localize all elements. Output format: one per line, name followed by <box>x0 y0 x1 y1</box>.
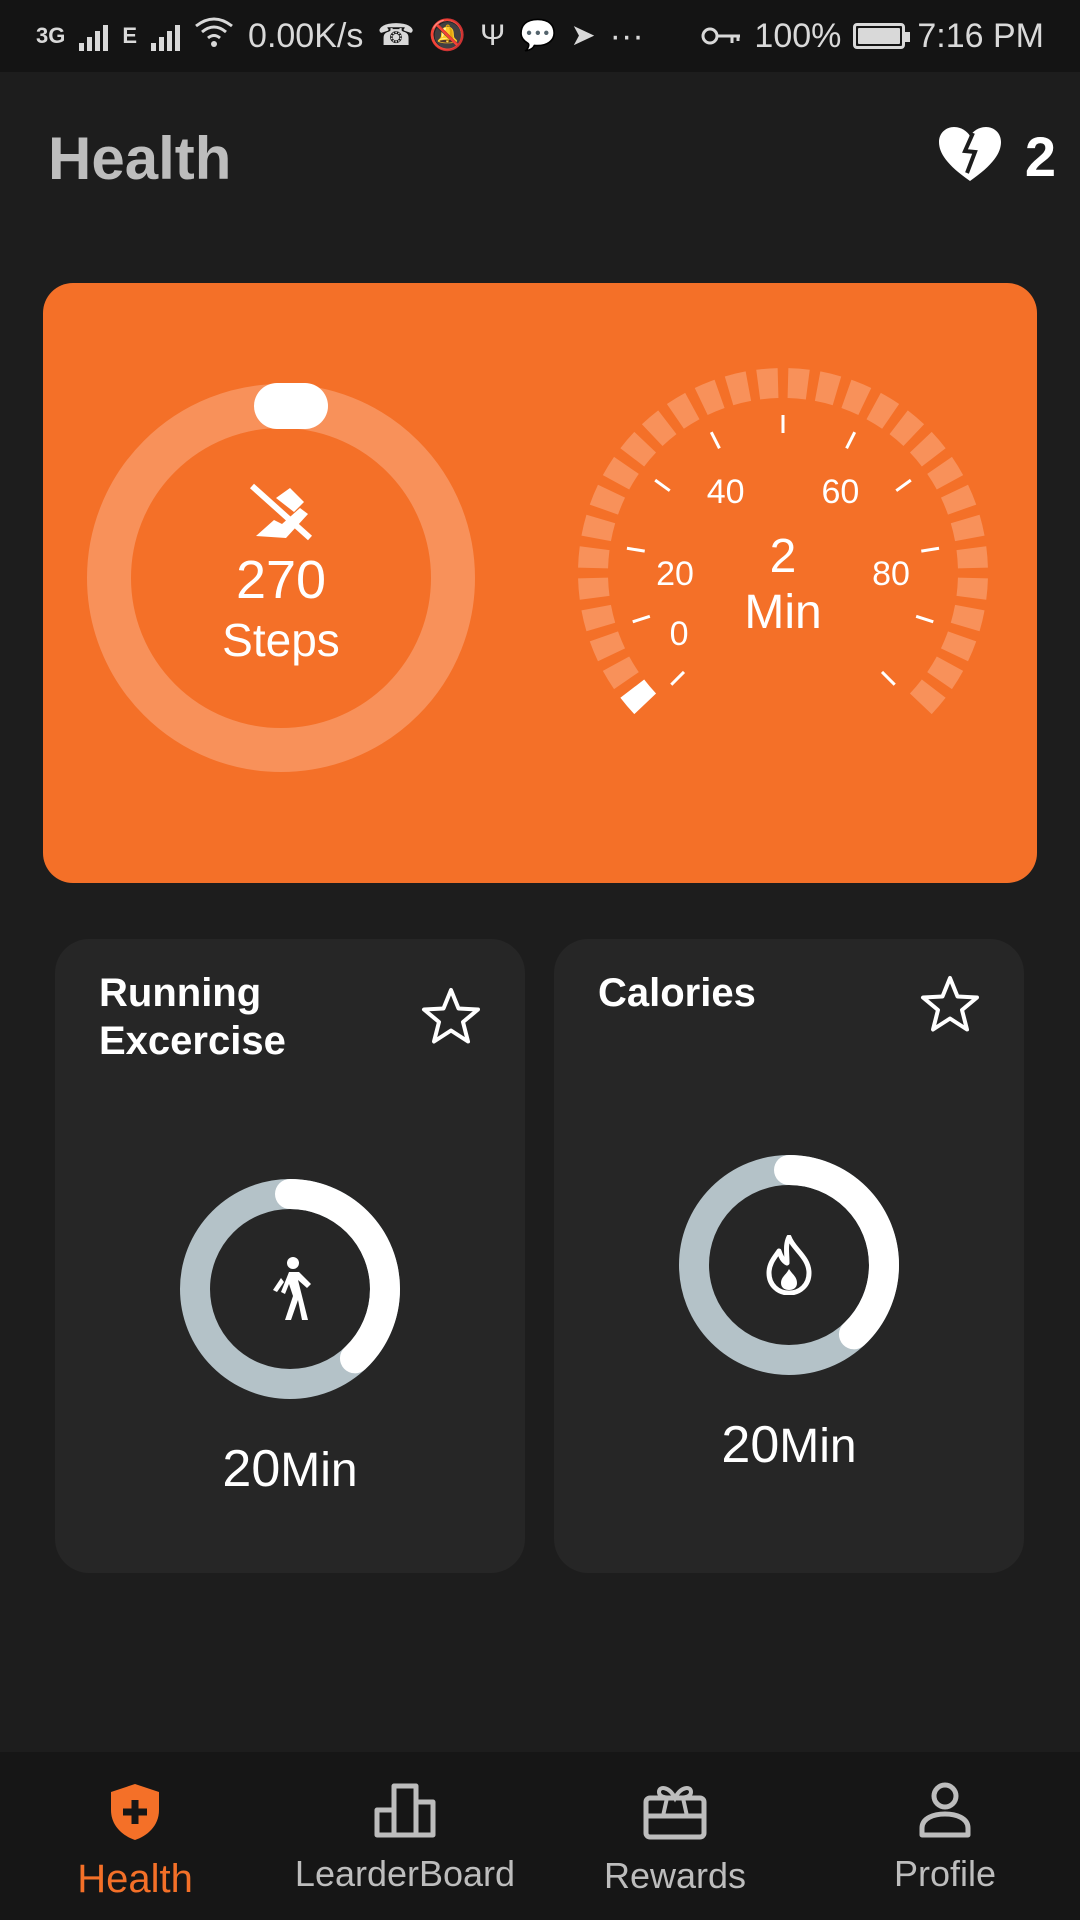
gauge-tick-label: 60 <box>821 473 859 511</box>
network-3g-label: 3G <box>36 23 66 48</box>
gauge-tick <box>709 431 721 449</box>
nav-label: LearderBoard <box>294 1853 516 1894</box>
network-speed: 0.00K/s <box>248 16 364 55</box>
nav-item-health[interactable]: Health <box>0 1752 270 1920</box>
duration-value: 20 <box>222 1440 281 1498</box>
gauge-tick <box>845 431 857 449</box>
status-bar: 3G E 0.00K/s ☎ 🔕 Ψ 💬 ➤ ··· 100% 7:16 PM <box>0 0 1080 72</box>
activity-summary-card[interactable]: 270 Steps 0 20 40 60 80 2 Min <box>43 283 1037 883</box>
telegram-icon: ➤ <box>570 19 596 52</box>
gauge-segment <box>787 368 810 400</box>
wifi-icon <box>194 16 234 57</box>
duration-unit: Min <box>280 1444 358 1497</box>
broken-heart-icon <box>937 125 1003 188</box>
steps-value: 270 <box>235 549 327 610</box>
usb-icon: Ψ <box>480 19 506 52</box>
gauge-readout: 2 Min <box>563 533 1003 640</box>
nav-label: Profile <box>893 1853 997 1894</box>
fire-icon <box>679 1155 899 1375</box>
duration-value: 20 <box>721 1416 780 1474</box>
gauge-tick <box>880 670 896 686</box>
gauge-tick <box>670 670 686 686</box>
nav-item-rewards[interactable]: Rewards <box>540 1752 810 1920</box>
signal-icon <box>79 21 109 51</box>
walking-icon <box>180 1179 400 1399</box>
chat-icon: 💬 <box>519 19 557 52</box>
nav-item-leaderboard[interactable]: LearderBoard <box>270 1752 540 1920</box>
gauge-unit: Min <box>744 586 822 639</box>
steps-summary: 270 Steps <box>86 383 476 773</box>
gauge-segment <box>940 484 977 515</box>
calories-card[interactable]: Calories 20Min <box>554 939 1024 1573</box>
network-e-label: E <box>122 23 138 48</box>
gauge-tick-label: 40 <box>707 473 745 511</box>
steps-label: Steps <box>222 613 340 666</box>
gauge-segment <box>641 410 677 447</box>
calories-duration: 20Min <box>554 1415 1024 1475</box>
more-notifications: ··· <box>609 16 644 55</box>
gauge-segment <box>724 371 752 406</box>
nav-label: Rewards <box>603 1855 747 1896</box>
duration-unit: Min <box>779 1420 857 1473</box>
gauge-segment <box>927 456 964 490</box>
star-icon[interactable] <box>920 975 980 1038</box>
gauge-segment <box>841 379 872 416</box>
gauge-segment <box>666 392 700 429</box>
star-icon[interactable] <box>421 987 481 1050</box>
gauge-value: 2 <box>769 530 797 583</box>
missed-call-icon: ☎ <box>377 19 415 52</box>
card-title: Calories <box>598 971 756 1015</box>
card-title: Running Excercise <box>99 971 286 1063</box>
clock: 7:16 PM <box>917 16 1044 55</box>
gauge-segment <box>602 656 639 690</box>
gauge-segment <box>927 656 964 690</box>
battery-percent: 100% <box>754 16 842 55</box>
gauge-segment <box>814 371 842 406</box>
person-icon <box>918 1782 972 1843</box>
nav-label: Health <box>77 1857 193 1901</box>
gauge-segment <box>756 368 779 400</box>
shoe-icon <box>246 480 316 547</box>
gauge-segment <box>909 431 946 467</box>
gauge-segment <box>620 431 657 467</box>
gauge-segment <box>909 679 946 715</box>
lives-count: 2 <box>1024 125 1056 188</box>
page-title: Health <box>48 125 232 192</box>
signal-icon <box>151 21 181 51</box>
gauge-segment <box>589 484 626 515</box>
gauge-segment <box>866 392 900 429</box>
running-exercise-card[interactable]: Running Excercise 20Min <box>55 939 525 1573</box>
gauge-segment <box>620 679 657 715</box>
notification-icon: 🔕 <box>428 19 467 52</box>
gauge-tick <box>654 478 671 492</box>
gift-card-icon <box>643 1782 707 1845</box>
nav-item-profile[interactable]: Profile <box>810 1752 1080 1920</box>
shield-plus-icon <box>109 1782 161 1847</box>
gauge-tick <box>895 478 912 492</box>
leaderboard-icon <box>374 1782 436 1843</box>
running-duration: 20Min <box>55 1439 525 1499</box>
key-icon <box>700 17 742 56</box>
battery-icon <box>853 23 911 49</box>
gauge-segment <box>694 379 725 416</box>
bottom-navigation: Health LearderBoard Rewards Profile <box>0 1752 1080 1920</box>
gauge-segment <box>889 410 925 447</box>
gauge-segment <box>602 456 639 490</box>
lives-indicator[interactable]: 2 <box>937 124 1056 189</box>
